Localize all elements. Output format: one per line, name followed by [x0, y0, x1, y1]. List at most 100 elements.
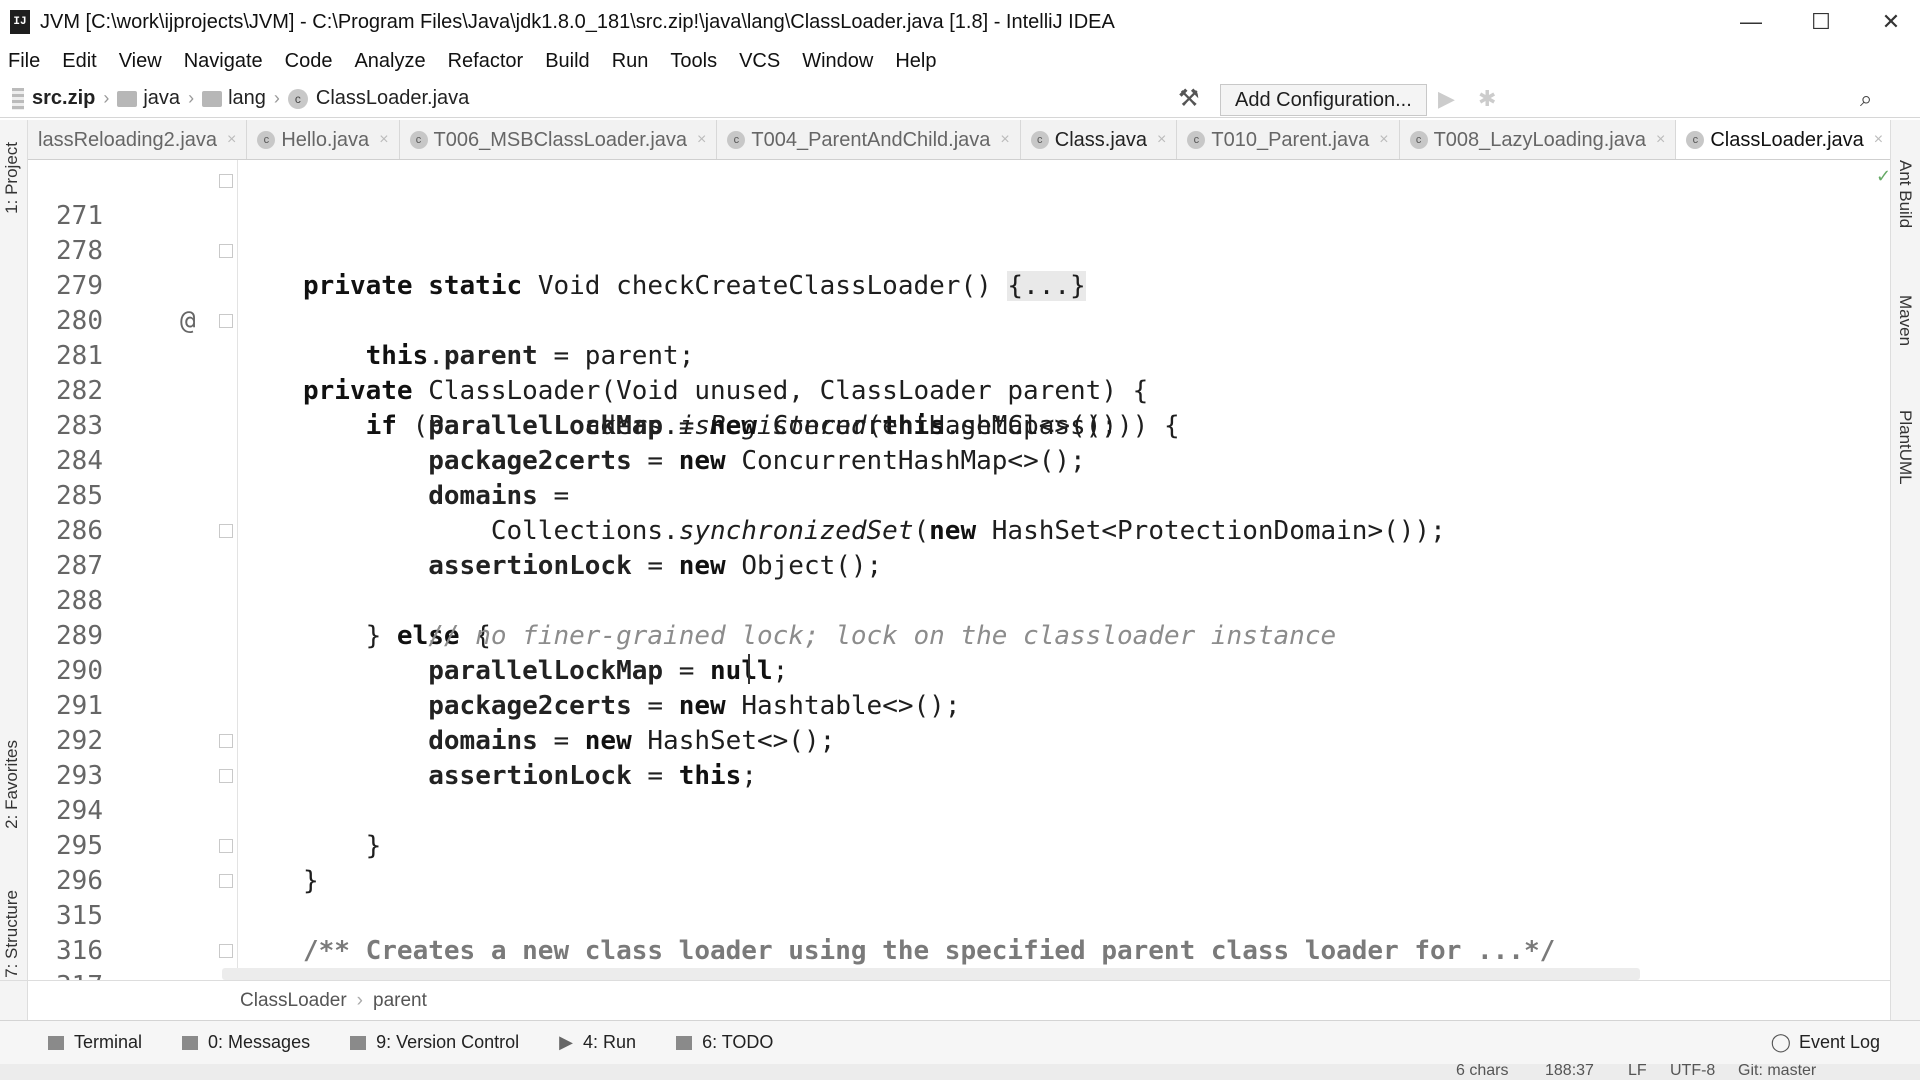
code-editor[interactable]: 271 private static Void checkCreateClass… — [28, 160, 1870, 980]
breadcrumb-java[interactable]: java — [117, 87, 180, 110]
left-tool-strip: 1: Project 2: Favorites 7: Structure — [0, 120, 28, 1020]
close-icon[interactable]: × — [227, 131, 236, 149]
git-branch[interactable]: Git: master — [1738, 1064, 1816, 1080]
debug-icon[interactable]: ✱ — [1478, 86, 1496, 112]
todo-tool-button[interactable]: 6: TODO — [676, 1032, 773, 1053]
run-tool-button[interactable]: ▶ 4: Run — [559, 1032, 636, 1053]
menu-navigate[interactable]: Navigate — [184, 50, 263, 73]
chevron-right-icon: › — [103, 88, 110, 108]
breadcrumb-classloader[interactable]: c ClassLoader.java — [287, 87, 469, 110]
menu-code[interactable]: Code — [285, 50, 333, 73]
chevron-right-icon: › — [356, 989, 363, 1011]
menu-tools[interactable]: Tools — [670, 50, 717, 73]
code-line: 286 assertionLock = new Object(); — [28, 479, 1870, 581]
breadcrumb-src-zip[interactable]: src.zip — [12, 87, 95, 110]
menu-refactor[interactable]: Refactor — [448, 50, 524, 73]
breadcrumb-lang[interactable]: lang — [202, 87, 266, 110]
tab-classloader[interactable]: c ClassLoader.java × — [1676, 120, 1890, 159]
fold-icon[interactable] — [219, 174, 233, 188]
terminal-icon — [48, 1035, 64, 1050]
tab-t004[interactable]: c T004_ParentAndChild.java × — [717, 120, 1021, 159]
archive-icon — [12, 87, 24, 110]
close-button[interactable]: ✕ — [1856, 0, 1920, 44]
menu-build[interactable]: Build — [545, 50, 589, 73]
menu-file[interactable]: File — [8, 50, 40, 73]
fold-icon[interactable] — [219, 874, 233, 888]
breadcrumb-parent-member[interactable]: parent — [373, 990, 427, 1012]
class-icon: c — [727, 131, 746, 149]
messages-icon — [182, 1035, 199, 1050]
fold-icon[interactable] — [219, 734, 233, 748]
caret-position[interactable]: 188:37 — [1545, 1064, 1594, 1080]
class-icon: c — [1187, 131, 1206, 149]
code-line: 283 package2certs = new ConcurrentHashMa… — [28, 374, 1870, 476]
close-icon[interactable]: × — [379, 131, 388, 149]
menu-edit[interactable]: Edit — [62, 50, 96, 73]
close-icon[interactable]: × — [1656, 131, 1665, 149]
class-icon: c — [1686, 131, 1705, 149]
tab-classreloading2[interactable]: lassReloading2.java × — [28, 120, 248, 159]
fold-icon[interactable] — [219, 524, 233, 538]
structure-tool-tab[interactable]: 7: Structure — [2, 890, 22, 978]
code-line: 280 this.parent = parent; — [28, 269, 1870, 371]
tool-window-label: 6: TODO — [702, 1032, 774, 1052]
menu-vcs[interactable]: VCS — [739, 50, 780, 73]
favorites-tool-tab[interactable]: 2: Favorites — [2, 740, 22, 829]
menu-view[interactable]: View — [119, 50, 162, 73]
tool-window-label: 4: Run — [583, 1032, 637, 1052]
run-icon[interactable]: ▶ — [1438, 86, 1455, 112]
tab-label: T004_ParentAndChild.java — [751, 128, 991, 151]
tab-t008[interactable]: c T008_LazyLoading.java × — [1400, 120, 1677, 159]
menu-bar: File Edit View Navigate Code Analyze Ref… — [0, 44, 1920, 78]
version-control-tool-button[interactable]: 9: Version Control — [350, 1032, 519, 1053]
close-icon[interactable]: × — [697, 131, 706, 149]
close-icon[interactable]: × — [1000, 131, 1009, 149]
tab-hello[interactable]: c Hello.java × — [247, 120, 400, 159]
terminal-tool-button[interactable]: Terminal — [48, 1032, 142, 1053]
minimize-button[interactable]: — — [1716, 0, 1786, 44]
horizontal-scrollbar[interactable] — [222, 968, 1640, 980]
maximize-button[interactable]: ☐ — [1786, 0, 1856, 44]
line-separator[interactable]: LF — [1628, 1064, 1647, 1080]
menu-analyze[interactable]: Analyze — [354, 50, 425, 73]
search-icon[interactable]: ⌕ — [1860, 86, 1872, 112]
ant-build-tool-tab[interactable]: Ant Build — [1895, 160, 1915, 228]
fold-icon[interactable] — [219, 839, 233, 853]
file-encoding[interactable]: UTF-8 — [1670, 1064, 1715, 1080]
breadcrumb-classloader-class[interactable]: ClassLoader — [240, 990, 347, 1012]
fold-icon[interactable] — [219, 244, 233, 258]
code-line: 290 package2certs = new Hashtable<>(); — [28, 619, 1870, 721]
code-line: 285 Collections.synchronizedSet(new Hash… — [28, 444, 1870, 546]
code-line: 317 } — [28, 934, 1870, 980]
class-icon: c — [1030, 131, 1049, 149]
add-configuration-button[interactable]: Add Configuration... — [1220, 84, 1427, 116]
code-line: 288 // no finer-grained lock; lock on th… — [28, 549, 1870, 651]
menu-help[interactable]: Help — [895, 50, 936, 73]
close-icon[interactable]: × — [1157, 131, 1166, 149]
intellij-logo-icon: IJ — [10, 10, 30, 34]
code-line: 282 parallelLockMap = new ConcurrentHash… — [28, 339, 1870, 441]
project-tool-tab[interactable]: 1: Project — [2, 142, 22, 214]
code-line: 278 — [28, 199, 1870, 266]
status-bar: 6 chars 188:37 LF UTF-8 Git: master — [0, 1064, 1920, 1080]
fold-icon[interactable] — [219, 769, 233, 783]
class-icon: c — [287, 88, 308, 109]
event-log-button[interactable]: ◯ Event Log — [1771, 1032, 1880, 1053]
fold-icon[interactable] — [219, 314, 233, 328]
messages-tool-button[interactable]: 0: Messages — [182, 1032, 310, 1053]
text-cursor — [748, 654, 750, 684]
maven-tool-tab[interactable]: Maven — [1895, 295, 1915, 346]
tab-class[interactable]: c Class.java × — [1021, 120, 1178, 159]
fold-icon[interactable] — [219, 944, 233, 958]
breadcrumb-label: java — [143, 87, 181, 109]
plantuml-tool-tab[interactable]: PlantUML — [1895, 410, 1915, 485]
menu-run[interactable]: Run — [612, 50, 649, 73]
selection-chars: 6 chars — [1456, 1064, 1509, 1079]
hammer-icon[interactable]: ⚒ — [1178, 84, 1200, 113]
close-icon[interactable]: × — [1379, 131, 1388, 149]
tab-t006[interactable]: c T006_MSBClassLoader.java × — [400, 120, 718, 159]
menu-window[interactable]: Window — [802, 50, 873, 73]
tool-window-bar: Terminal 0: Messages 9: Version Control … — [0, 1020, 1920, 1064]
close-icon[interactable]: × — [1874, 131, 1883, 149]
tab-t010[interactable]: c T010_Parent.java × — [1177, 120, 1400, 159]
